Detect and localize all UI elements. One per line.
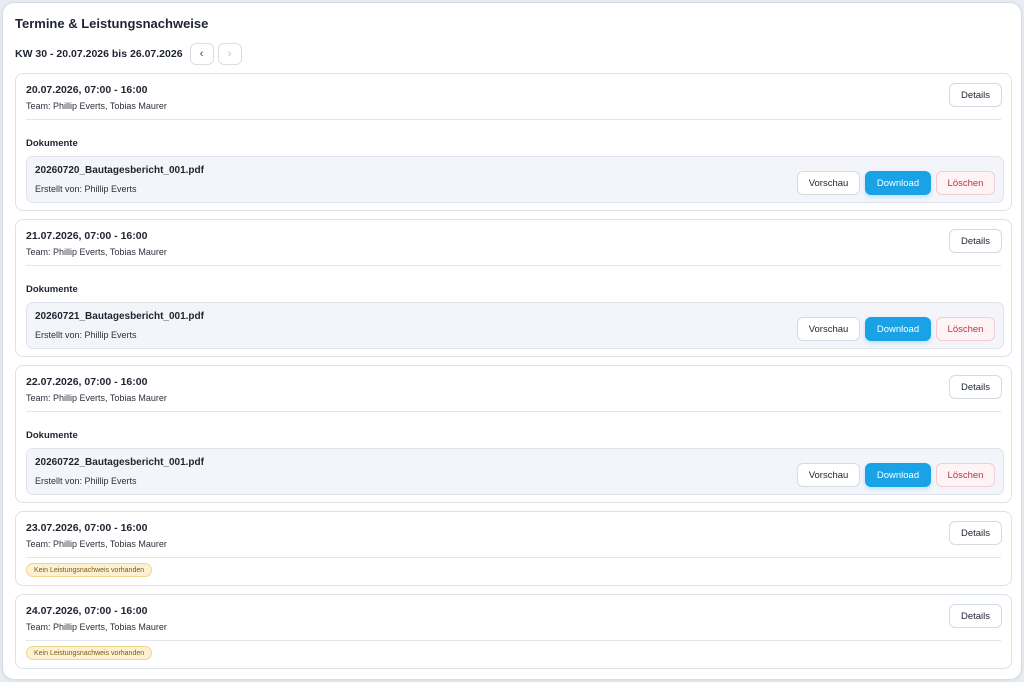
appointment-card: 22.07.2026, 07:00 - 16:00 Team: Phillip …	[15, 365, 1012, 503]
appointments-panel: Termine & Leistungsnachweise KW 30 - 20.…	[2, 2, 1022, 680]
download-button[interactable]: Download	[865, 463, 931, 487]
appointment-card: 21.07.2026, 07:00 - 16:00 Team: Phillip …	[15, 219, 1012, 357]
appointment-card: 23.07.2026, 07:00 - 16:00 Team: Phillip …	[15, 511, 1012, 586]
document-name: 20260722_Bautagesbericht_001.pdf	[35, 457, 204, 468]
delete-button[interactable]: Löschen	[936, 171, 995, 195]
appointment-team: Team: Phillip Everts, Tobias Maurer	[26, 539, 167, 549]
document-item: 20260722_Bautagesbericht_001.pdf Erstell…	[26, 448, 1004, 495]
week-label: KW 30 - 20.07.2026 bis 26.07.2026	[15, 48, 183, 60]
download-button[interactable]: Download	[865, 317, 931, 341]
appointment-datetime: 23.07.2026, 07:00 - 16:00	[26, 522, 148, 534]
next-week-button[interactable]: ›	[217, 43, 242, 65]
delete-button[interactable]: Löschen	[936, 317, 995, 341]
appointment-datetime: 21.07.2026, 07:00 - 16:00	[26, 230, 148, 242]
details-button[interactable]: Details	[949, 229, 1002, 253]
preview-button[interactable]: Vorschau	[797, 317, 860, 341]
details-button[interactable]: Details	[949, 604, 1002, 628]
appointment-team: Team: Phillip Everts, Tobias Maurer	[26, 622, 167, 632]
appointment-team: Team: Phillip Everts, Tobias Maurer	[26, 393, 167, 403]
preview-button[interactable]: Vorschau	[797, 463, 860, 487]
documents-heading: Dokumente	[26, 138, 78, 149]
document-item: 20260720_Bautagesbericht_001.pdf Erstell…	[26, 156, 1004, 203]
divider	[26, 557, 1001, 558]
document-author: Erstellt von: Phillip Everts	[35, 330, 137, 340]
divider	[26, 411, 1001, 412]
appointment-datetime: 22.07.2026, 07:00 - 16:00	[26, 376, 148, 388]
previous-week-button[interactable]: ‹	[189, 43, 214, 65]
divider	[26, 640, 1001, 641]
document-author: Erstellt von: Phillip Everts	[35, 184, 137, 194]
document-name: 20260721_Bautagesbericht_001.pdf	[35, 311, 204, 322]
appointment-team: Team: Phillip Everts, Tobias Maurer	[26, 101, 167, 111]
download-button[interactable]: Download	[865, 171, 931, 195]
appointment-card: 24.07.2026, 07:00 - 16:00 Team: Phillip …	[15, 594, 1012, 669]
appointment-datetime: 24.07.2026, 07:00 - 16:00	[26, 605, 148, 617]
chevron-left-icon: ‹	[199, 48, 204, 60]
chevron-right-icon: ›	[227, 48, 232, 60]
appointment-card: 20.07.2026, 07:00 - 16:00 Team: Phillip …	[15, 73, 1012, 211]
documents-heading: Dokumente	[26, 284, 78, 295]
details-button[interactable]: Details	[949, 521, 1002, 545]
delete-button[interactable]: Löschen	[936, 463, 995, 487]
preview-button[interactable]: Vorschau	[797, 171, 860, 195]
no-proof-badge: Kein Leistungsnachweis vorhanden	[26, 563, 153, 577]
divider	[26, 265, 1001, 266]
page-title: Termine & Leistungsnachweise	[15, 16, 209, 31]
appointment-datetime: 20.07.2026, 07:00 - 16:00	[26, 84, 148, 96]
no-proof-badge: Kein Leistungsnachweis vorhanden	[26, 646, 153, 660]
week-navigation: KW 30 - 20.07.2026 bis 26.07.2026 ‹ ›	[15, 43, 246, 65]
details-button[interactable]: Details	[949, 375, 1002, 399]
appointment-list: 20.07.2026, 07:00 - 16:00 Team: Phillip …	[15, 73, 1012, 677]
appointment-team: Team: Phillip Everts, Tobias Maurer	[26, 247, 167, 257]
divider	[26, 119, 1001, 120]
document-item: 20260721_Bautagesbericht_001.pdf Erstell…	[26, 302, 1004, 349]
details-button[interactable]: Details	[949, 83, 1002, 107]
document-author: Erstellt von: Phillip Everts	[35, 476, 137, 486]
document-name: 20260720_Bautagesbericht_001.pdf	[35, 165, 204, 176]
documents-heading: Dokumente	[26, 430, 78, 441]
